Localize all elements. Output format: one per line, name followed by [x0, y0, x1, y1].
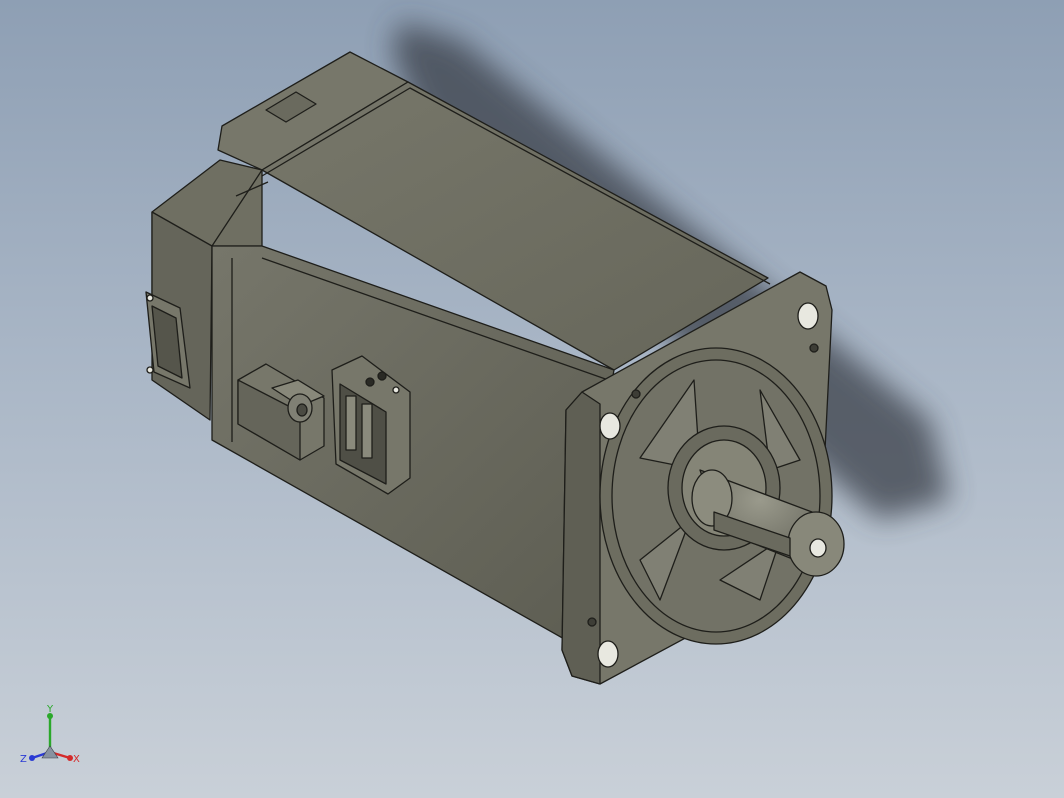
y-axis-label: Y — [46, 704, 54, 715]
x-axis-label: X — [73, 754, 80, 765]
z-axis-tip — [29, 755, 35, 761]
triad-origin — [41, 745, 59, 759]
orientation-triad[interactable]: Y X Z — [18, 702, 88, 772]
motor-3d-model[interactable] — [0, 0, 1064, 798]
z-axis-label: Z — [20, 754, 27, 765]
cad-viewport[interactable]: Y X Z — [0, 0, 1064, 798]
